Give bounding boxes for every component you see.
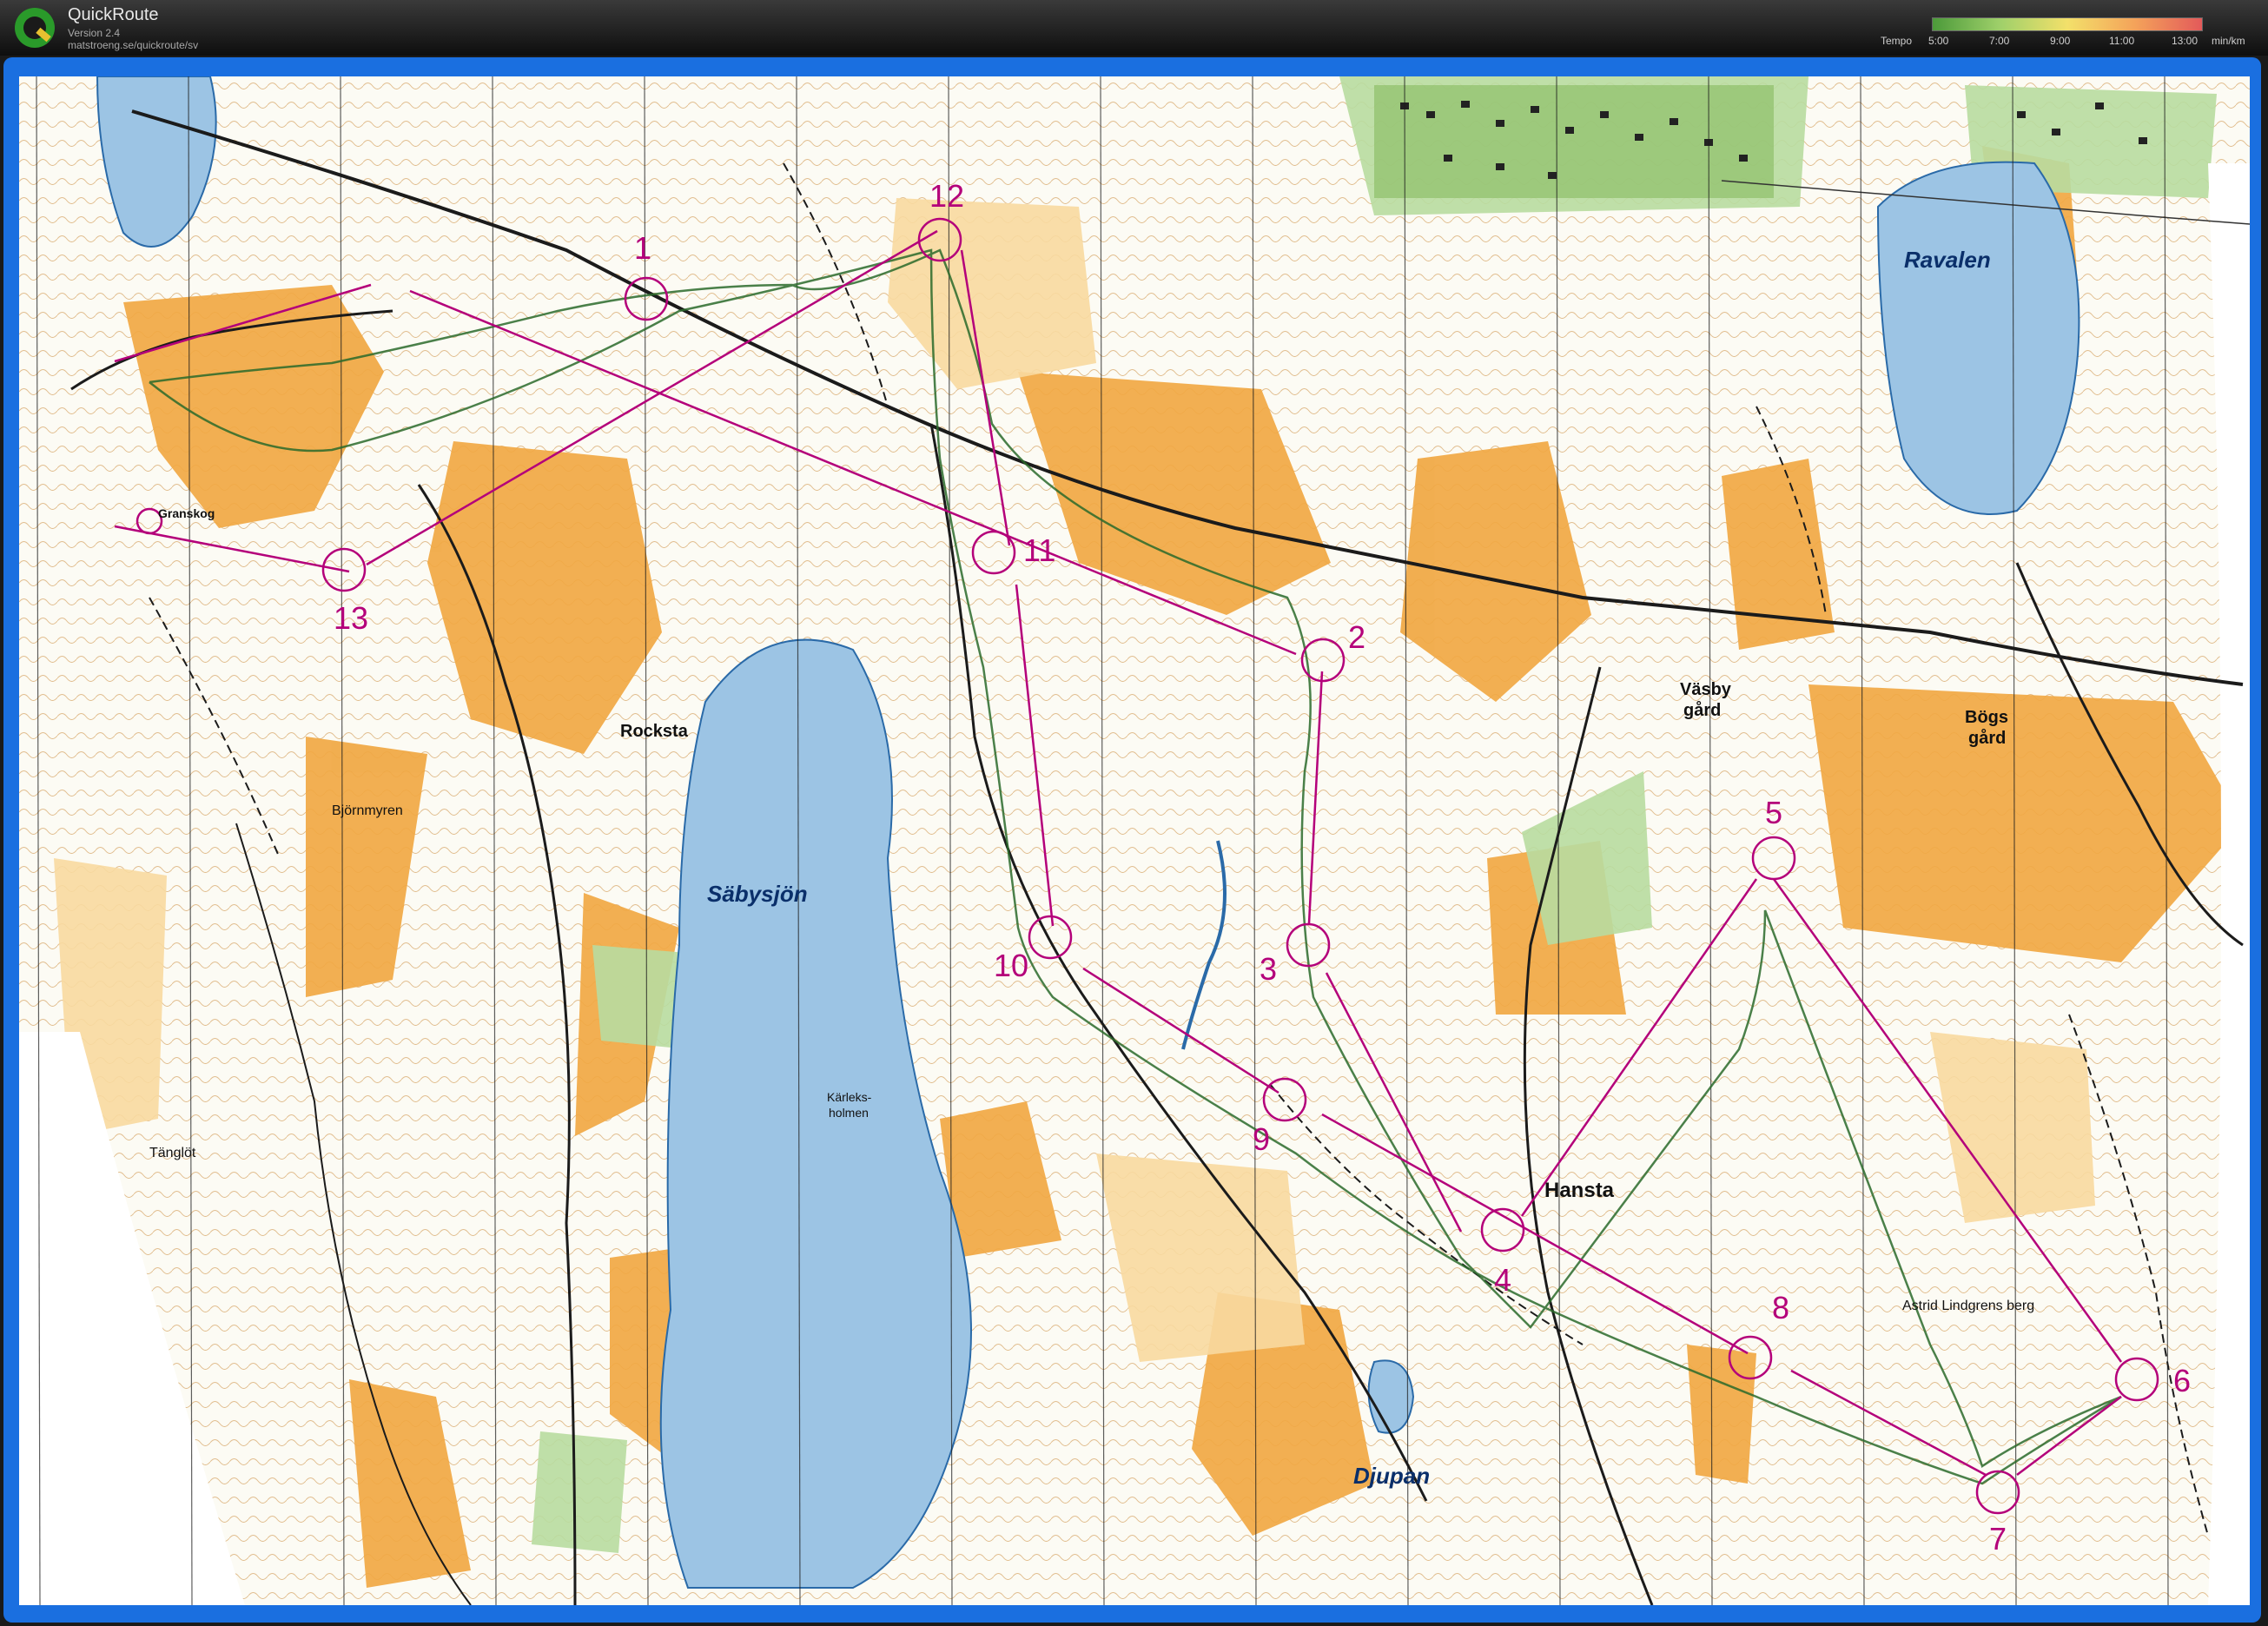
control-number-13: 13 (334, 600, 368, 636)
tempo-tick: 7:00 (1989, 35, 2010, 47)
control-number-7: 7 (1989, 1521, 2007, 1557)
lake-ravalen (1876, 161, 2080, 515)
pond-djupan (1367, 1359, 1415, 1434)
control-number-3: 3 (1260, 951, 1277, 987)
place-djupan: Djupan (1353, 1463, 1430, 1489)
place-vasby-1: Väsby (1680, 680, 1732, 699)
place-rocksta: Rocksta (620, 722, 689, 741)
tempo-color-scale (1932, 17, 2203, 31)
control-number-6: 6 (2173, 1363, 2191, 1398)
control-number-5: 5 (1765, 795, 1782, 830)
app-version: Version 2.4 (68, 27, 121, 39)
quickroute-logo-icon (15, 8, 55, 48)
tempo-label: Tempo (1881, 35, 1913, 47)
place-bogs-1: Bögs (1965, 708, 2008, 727)
tempo-tick: 5:00 (1928, 35, 1949, 47)
control-number-2: 2 (1348, 619, 1365, 655)
tempo-tick: 11:00 (2109, 35, 2135, 47)
place-karleksholmen-2: holmen (829, 1106, 869, 1120)
place-vasby-2: gård (1683, 700, 1721, 720)
control-number-1: 1 (634, 230, 651, 266)
tempo-legend: Tempo 5:00 7:00 9:00 11:00 13:00 min/km (1868, 12, 2258, 50)
place-ravalen: Ravalen (1904, 247, 1991, 273)
control-number-8: 8 (1772, 1290, 1789, 1325)
title-bar: QuickRoute Version 2.4 matstroeng.se/qui… (0, 0, 2268, 56)
control-number-4: 4 (1494, 1262, 1511, 1298)
tempo-unit: min/km (2212, 35, 2245, 47)
control-number-10: 10 (994, 948, 1028, 983)
control-number-12: 12 (929, 178, 964, 214)
control-number-11: 11 (1023, 532, 1055, 568)
app-title: QuickRoute (68, 5, 159, 24)
tempo-tick: 9:00 (2050, 35, 2071, 47)
orienteering-map[interactable]: 1 2 3 4 5 6 7 8 9 10 11 12 13 Ravalen Gr… (19, 76, 2250, 1605)
map-canvas[interactable]: 1 2 3 4 5 6 7 8 9 10 11 12 13 Ravalen Gr… (19, 76, 2250, 1605)
place-sabysjon: Säbysjön (707, 881, 808, 907)
place-karleksholmen-1: Kärleks- (827, 1090, 872, 1104)
tempo-tick: 13:00 (2172, 35, 2199, 47)
place-bogs-2: gård (1968, 728, 2006, 748)
place-hansta: Hansta (1544, 1179, 1615, 1202)
app-url: matstroeng.se/quickroute/sv (68, 39, 199, 51)
place-astrid-lindgrens-berg: Astrid Lindgrens berg (1902, 1299, 2034, 1313)
place-granskog: Granskog (158, 506, 215, 520)
place-bjornmyren: Björnmyren (332, 803, 403, 818)
control-number-9: 9 (1253, 1121, 1270, 1157)
place-tanglot: Tänglöt (149, 1146, 196, 1160)
